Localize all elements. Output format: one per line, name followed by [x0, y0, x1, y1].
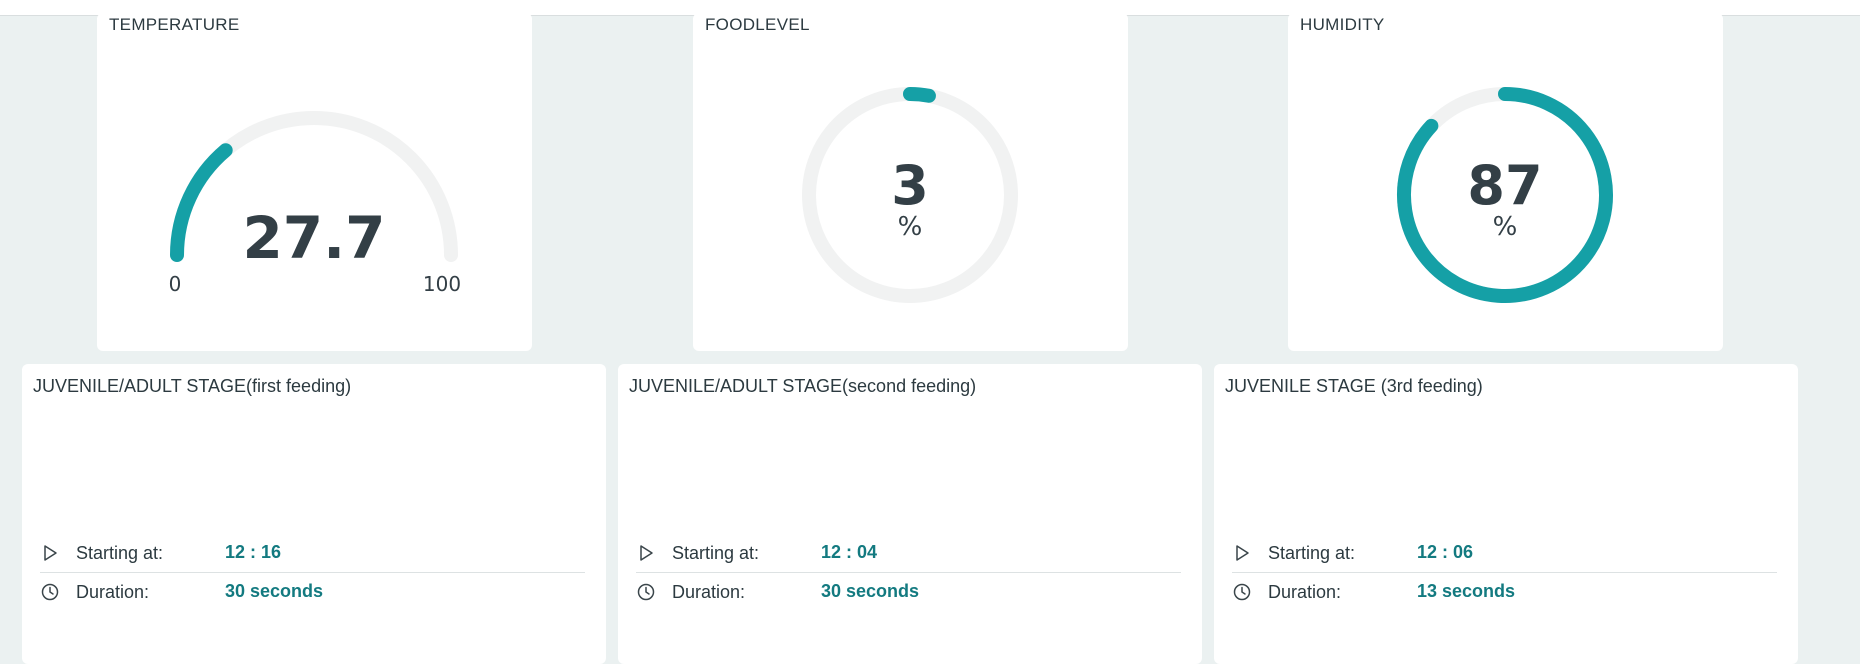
- clock-icon: [637, 583, 655, 601]
- duration-label: Duration:: [672, 582, 746, 602]
- row-divider: [636, 572, 1181, 573]
- schedule-card-first-feeding: JUVENILE/ADULT STAGE(first feeding) Star…: [22, 364, 606, 664]
- foodlevel-unit: %: [898, 212, 923, 242]
- humidity-value: 87: [1467, 154, 1542, 217]
- duration-row: Duration: 30 seconds: [636, 574, 1196, 610]
- schedule-title: JUVENILE/ADULT STAGE(second feeding): [629, 376, 977, 396]
- temperature-widget: TEMPERATURE 27.7 0 100: [97, 13, 532, 351]
- play-icon: [44, 545, 57, 561]
- schedule-title: JUVENILE/ADULT STAGE(first feeding): [33, 376, 352, 396]
- humidity-unit: %: [1493, 212, 1518, 242]
- starting-at-value: 12 : 04: [821, 542, 878, 562]
- duration-row: Duration: 13 seconds: [1232, 574, 1792, 610]
- duration-row: Duration: 30 seconds: [40, 574, 600, 610]
- humidity-gauge: 87 %: [1397, 87, 1613, 303]
- duration-value: 13 seconds: [1417, 581, 1516, 601]
- starting-at-label: Starting at:: [672, 543, 760, 563]
- foodlevel-fill: [903, 87, 936, 103]
- temperature-min-label: 0: [169, 272, 182, 296]
- starting-at-row: Starting at: 12 : 06: [1232, 535, 1792, 571]
- clock-icon: [1233, 583, 1251, 601]
- play-icon: [640, 545, 653, 561]
- duration-value: 30 seconds: [225, 581, 324, 601]
- clock-icon: [41, 583, 59, 601]
- starting-at-label: Starting at:: [1268, 543, 1356, 563]
- foodlevel-gauge: 3 %: [802, 87, 1018, 303]
- duration-value: 30 seconds: [821, 581, 920, 601]
- schedule-card-third-feeding: JUVENILE STAGE (3rd feeding) Starting at…: [1214, 364, 1798, 664]
- starting-at-row: Starting at: 12 : 04: [636, 535, 1196, 571]
- row-divider: [40, 572, 585, 573]
- temperature-fill: [170, 143, 233, 262]
- starting-at-row: Starting at: 12 : 16: [40, 535, 600, 571]
- starting-at-value: 12 : 06: [1417, 542, 1474, 562]
- duration-label: Duration:: [76, 582, 150, 602]
- starting-at-value: 12 : 16: [225, 542, 282, 562]
- temperature-max-label: 100: [423, 272, 461, 296]
- temperature-value: 27.7: [242, 204, 385, 272]
- starting-at-label: Starting at:: [76, 543, 164, 563]
- schedule-title: JUVENILE STAGE (3rd feeding): [1225, 376, 1483, 396]
- schedule-card-second-feeding: JUVENILE/ADULT STAGE(second feeding) Sta…: [618, 364, 1202, 664]
- temperature-gauge: 27.7 0 100: [169, 111, 461, 296]
- humidity-widget: HUMIDITY 87 %: [1288, 13, 1723, 351]
- foodlevel-widget: FOODLEVEL 3 %: [693, 13, 1128, 351]
- duration-label: Duration:: [1268, 582, 1342, 602]
- row-divider: [1232, 572, 1777, 573]
- foodlevel-value: 3: [891, 154, 929, 217]
- play-icon: [1236, 545, 1249, 561]
